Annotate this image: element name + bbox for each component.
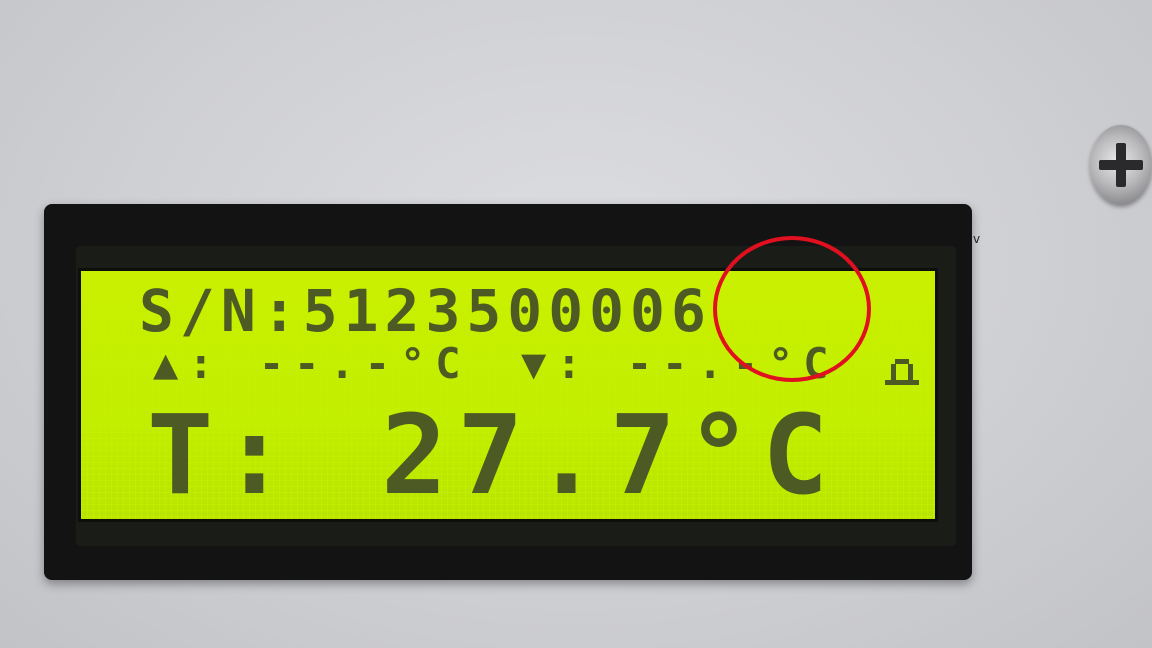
bezel-mark: v bbox=[973, 232, 981, 246]
annotation-circle bbox=[713, 236, 871, 382]
serial-number: 5123500006 bbox=[302, 277, 712, 345]
serial-row: S/N:5123500006 bbox=[139, 277, 712, 345]
temperature-label: T: bbox=[147, 391, 296, 519]
alarm-bell-icon bbox=[884, 359, 919, 385]
min-marker: ▼: bbox=[521, 339, 592, 388]
max-marker: ▲: bbox=[153, 339, 224, 388]
mounting-screw bbox=[1090, 125, 1152, 205]
temperature-value: 27.7°C bbox=[381, 391, 839, 519]
max-value: --.-°C bbox=[258, 339, 471, 388]
serial-label: S/N: bbox=[139, 277, 303, 345]
max-temp-row: ▲: --.-°C bbox=[153, 339, 471, 388]
